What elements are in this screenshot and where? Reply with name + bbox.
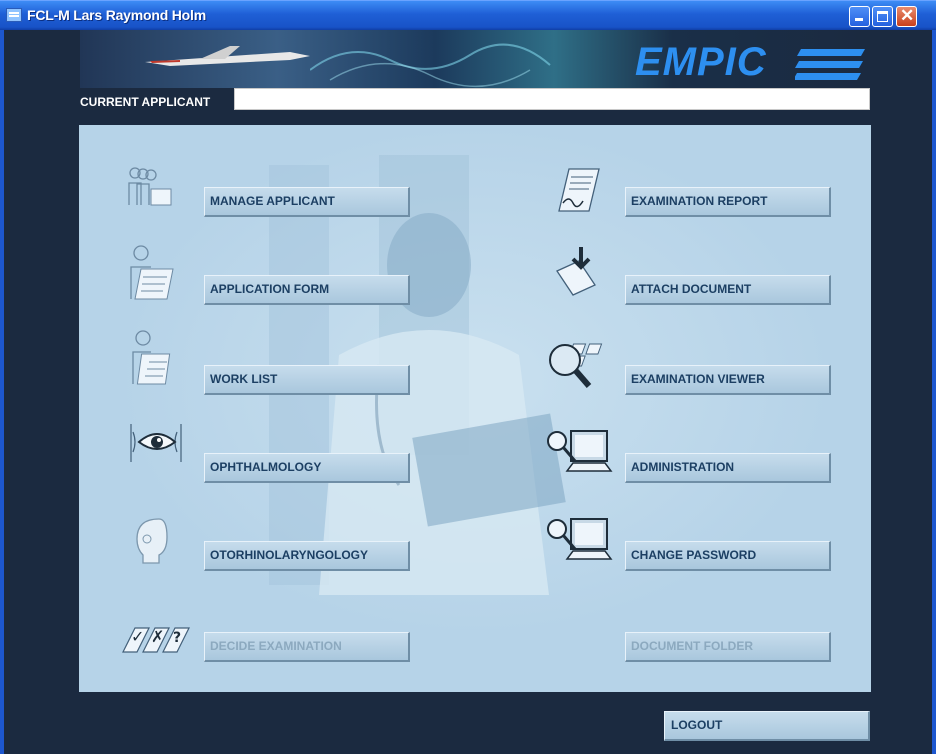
ophthalmology-button[interactable]: OPHTHALMOLOGY	[204, 453, 410, 483]
banner-circuit-graphic	[310, 43, 551, 88]
examination-report-button[interactable]: EXAMINATION REPORT	[625, 187, 831, 217]
document-folder-button[interactable]: DOCUMENT FOLDER	[625, 632, 831, 662]
app-icon	[6, 8, 22, 22]
title-bar[interactable]: FCL-M Lars Raymond Holm ✕	[0, 0, 936, 30]
work-list-button[interactable]: WORK LIST	[204, 365, 410, 395]
window-frame-left	[0, 30, 4, 754]
report-signature-icon	[558, 168, 600, 212]
magnifier-icon	[549, 343, 603, 388]
minimize-icon	[855, 18, 863, 21]
manage-applicant-button[interactable]: MANAGE APPLICANT	[204, 187, 410, 217]
key-computer-icon	[547, 518, 613, 560]
check-cross-question-icon: ✓ ✗ ?	[122, 627, 190, 653]
empic-logo: EMPIC	[635, 40, 767, 84]
logo-stripes	[795, 49, 865, 80]
window-title: FCL-M Lars Raymond Holm	[27, 7, 206, 23]
svg-text:✓: ✓	[131, 627, 144, 646]
examination-viewer-button[interactable]: EXAMINATION VIEWER	[625, 365, 831, 395]
people-form-icon	[128, 167, 172, 206]
eye-icon	[130, 424, 182, 462]
header-banner: EMPIC	[80, 30, 870, 88]
svg-text:✗: ✗	[151, 627, 164, 646]
current-applicant-field[interactable]	[234, 88, 870, 110]
maximize-button[interactable]	[872, 6, 893, 27]
logout-button[interactable]: LOGOUT	[664, 711, 870, 741]
head-profile-icon	[136, 518, 168, 564]
administration-button[interactable]: ADMINISTRATION	[625, 453, 831, 483]
person-document-icon	[130, 245, 174, 300]
airplane-image	[145, 46, 310, 66]
attach-document-button[interactable]: ATTACH DOCUMENT	[625, 275, 831, 305]
application-form-button[interactable]: APPLICATION FORM	[204, 275, 410, 305]
current-applicant-label: CURRENT APPLICANT	[80, 95, 211, 109]
svg-text:?: ?	[173, 630, 181, 646]
close-button[interactable]: ✕	[896, 6, 917, 27]
person-checklist-icon	[132, 330, 171, 385]
otorhinolaryngology-button[interactable]: OTORHINOLARYNGOLOGY	[204, 541, 410, 571]
window-frame-right	[932, 30, 936, 754]
minimize-button[interactable]	[849, 6, 870, 27]
close-icon: ✕	[900, 6, 915, 25]
key-computer-icon	[547, 430, 613, 472]
attach-folder-icon	[556, 247, 596, 296]
change-password-button[interactable]: CHANGE PASSWORD	[625, 541, 831, 571]
main-menu-panel: ✓ ✗ ? MANAGE APPLICANT APPLICATION FORM …	[79, 125, 871, 692]
maximize-icon	[877, 11, 888, 22]
decide-examination-button[interactable]: DECIDE EXAMINATION	[204, 632, 410, 662]
